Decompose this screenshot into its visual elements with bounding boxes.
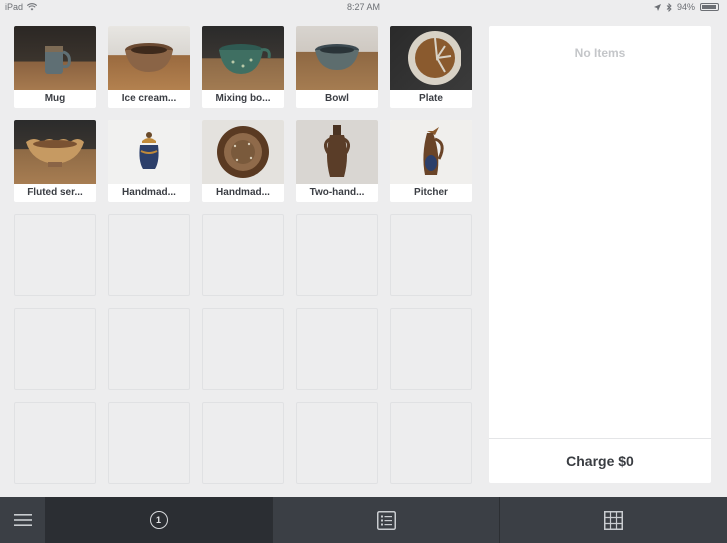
bowl-image [315,44,359,70]
empty-slot[interactable] [296,308,378,390]
battery-fill [702,5,716,9]
item-label: Pitcher [414,187,448,198]
bowl-photo [296,26,378,90]
plate-image [408,31,461,85]
empty-slot[interactable] [202,402,284,484]
location-arrow-icon [653,3,661,11]
empty-slot[interactable] [390,402,472,484]
empty-slot[interactable] [202,308,284,390]
item-label: Handmad... [216,187,270,198]
mug-image [45,46,71,74]
clock: 8:27 AM [346,2,381,12]
two-handled-vase-image [323,125,351,177]
grid-icon [604,510,623,530]
mixing-bowl-photo [202,26,284,90]
two-handled-vase-photo [296,120,378,184]
item-tile-ice-cream[interactable]: Ice cream... [108,26,190,108]
empty-slot[interactable] [296,402,378,484]
tab-item-grid[interactable] [500,497,727,543]
item-label: Fluted ser... [27,187,83,198]
empty-slot[interactable] [14,214,96,296]
item-label: Ice cream... [121,93,177,104]
battery-percent: 94% [676,2,695,12]
empty-slot[interactable] [390,308,472,390]
item-tile-pitcher[interactable]: Pitcher [390,120,472,202]
bottom-toolbar: 1 [0,497,727,543]
handmade-plate-image [217,126,269,178]
fluted-server-image [26,139,84,167]
cart-empty-message: No Items [574,46,626,60]
empty-slot[interactable] [14,308,96,390]
empty-slot[interactable] [296,214,378,296]
item-tile-handmade-jar[interactable]: Handmad... [108,120,190,202]
handmade-jar-photo [108,120,190,184]
item-label: Mug [44,93,66,104]
status-bar: iPad 8:27 AM 94% [0,0,727,14]
charge-button[interactable]: Charge $0 [489,438,711,483]
item-tile-mug[interactable]: Mug [14,26,96,108]
menu-button[interactable] [0,497,45,543]
item-tile-plate[interactable]: Plate [390,26,472,108]
pitcher-photo [390,120,472,184]
battery-icon [700,3,719,11]
fluted-server-photo [14,120,96,184]
item-label: Plate [419,93,443,104]
item-grid: Mug Ice cream... Mixing bo... Bowl Plate… [14,26,472,484]
empty-slot[interactable] [202,214,284,296]
empty-slot[interactable] [108,308,190,390]
item-tile-handmade-plate[interactable]: Handmad... [202,120,284,202]
item-label: Handmad... [122,187,176,198]
ice-cream-bowl-image [125,43,173,72]
handmade-plate-photo [202,120,284,184]
item-label: Mixing bo... [215,93,271,104]
bluetooth-icon [666,2,672,12]
empty-slot[interactable] [108,214,190,296]
tab-favorites-page[interactable]: 1 [45,497,272,543]
item-label: Two-hand... [309,187,365,198]
hamburger-icon [13,514,32,526]
mixing-bowl-image [219,44,271,74]
pitcher-image [423,127,444,175]
mug-photo [14,26,96,90]
plate-photo [390,26,472,90]
item-tile-bowl[interactable]: Bowl [296,26,378,108]
cart-panel: No Items Charge $0 [489,26,711,483]
tab-item-list[interactable] [273,497,499,543]
page-number-badge: 1 [149,511,168,529]
item-tile-fluted-server[interactable]: Fluted ser... [14,120,96,202]
status-right: 94% [653,2,719,12]
empty-slot[interactable] [390,214,472,296]
item-tile-mixing-bowl[interactable]: Mixing bo... [202,26,284,108]
empty-slot[interactable] [14,402,96,484]
empty-slot[interactable] [108,402,190,484]
item-tile-two-handled[interactable]: Two-hand... [296,120,378,202]
ice-cream-bowl-photo [108,26,190,90]
handmade-jar-image [139,132,159,169]
list-icon [376,510,396,530]
item-label: Bowl [325,93,349,104]
